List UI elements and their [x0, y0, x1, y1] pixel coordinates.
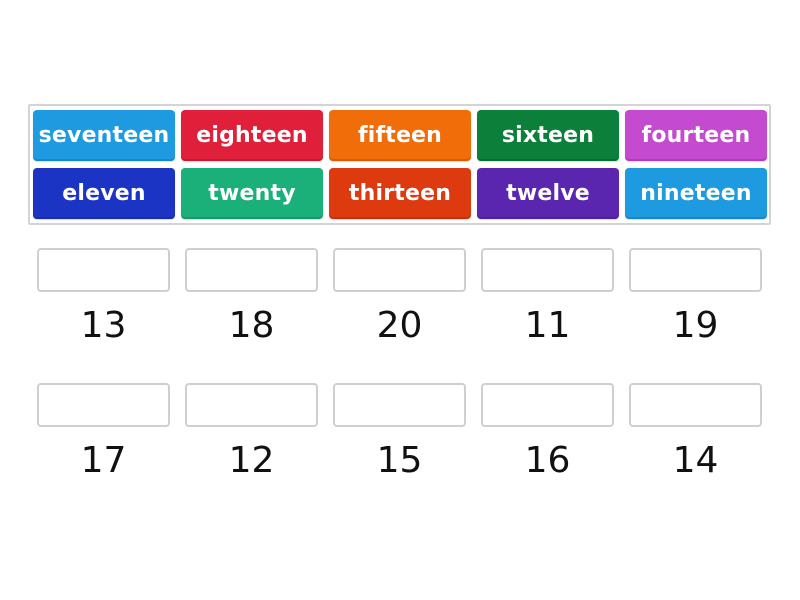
target-number-label: 12: [228, 440, 275, 481]
drop-slot-20[interactable]: [333, 248, 466, 292]
target-number-label: 18: [228, 305, 275, 346]
drop-slot-13[interactable]: [37, 248, 170, 292]
word-tile-eleven[interactable]: eleven: [33, 168, 175, 219]
target-number-label: 16: [524, 440, 571, 481]
target-number-label: 13: [80, 305, 127, 346]
word-tile-thirteen[interactable]: thirteen: [329, 168, 471, 219]
drop-slot-11[interactable]: [481, 248, 614, 292]
drop-slot-17[interactable]: [37, 383, 170, 427]
target-number-label: 15: [376, 440, 423, 481]
word-tile-nineteen[interactable]: nineteen: [625, 168, 767, 219]
word-tile-fifteen[interactable]: fifteen: [329, 110, 471, 161]
word-tile-fourteen[interactable]: fourteen: [625, 110, 767, 161]
word-tile-sixteen[interactable]: sixteen: [477, 110, 619, 161]
word-tile-seventeen[interactable]: seventeen: [33, 110, 175, 161]
target-number-label: 20: [376, 305, 423, 346]
word-tile-twelve[interactable]: twelve: [477, 168, 619, 219]
drop-slot-12[interactable]: [185, 383, 318, 427]
drop-slot-14[interactable]: [629, 383, 762, 427]
drop-slot-18[interactable]: [185, 248, 318, 292]
word-tile-twenty[interactable]: twenty: [181, 168, 323, 219]
target-number-label: 14: [672, 440, 719, 481]
target-number-label: 19: [672, 305, 719, 346]
drop-slot-15[interactable]: [333, 383, 466, 427]
target-number-label: 11: [524, 305, 571, 346]
target-number-label: 17: [80, 440, 127, 481]
drop-slot-16[interactable]: [481, 383, 614, 427]
word-tile-eighteen[interactable]: eighteen: [181, 110, 323, 161]
drop-slot-19[interactable]: [629, 248, 762, 292]
